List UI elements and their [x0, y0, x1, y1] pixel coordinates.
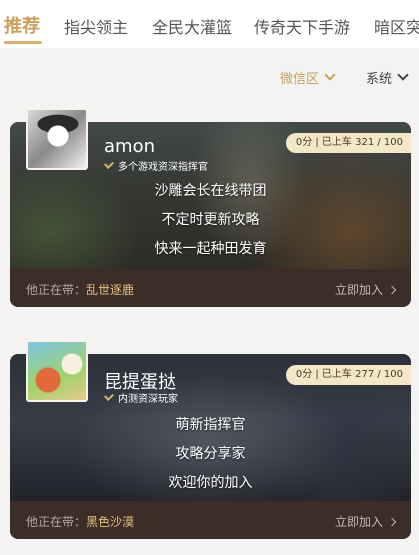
card-desc-line: 攻略分享家 [175, 446, 246, 462]
system-filter[interactable]: 系统 [366, 68, 409, 87]
verified-check-icon [104, 158, 114, 169]
tab-recommend[interactable]: 推荐 [4, 12, 40, 38]
join-button[interactable]: 立即加入 [334, 513, 397, 530]
chevron-right-icon [387, 517, 397, 526]
chevron-down-icon [397, 69, 409, 81]
card-desc-line: 不定时更新攻略 [161, 212, 260, 228]
tab-chuanqi-tianxia[interactable]: 传奇天下手游 [254, 14, 350, 38]
leader-subtitle-text: 内测资深玩家 [118, 394, 178, 405]
zone-filter[interactable]: 微信区 [280, 68, 336, 87]
verified-check-icon [104, 390, 114, 401]
avatar[interactable] [26, 340, 88, 402]
card-status-badge: 0分 | 已上车 277 / 100 [285, 365, 411, 385]
card-desc-line: 快来一起种田发育 [154, 241, 267, 257]
leader-subtitle: 内测资深玩家 [104, 390, 178, 405]
tab-zhijian-lingzhu[interactable]: 指尖领主 [64, 14, 128, 38]
current-game-name: 乱世逐鹿 [86, 283, 135, 297]
card-desc-line: 萌新指挥官 [175, 417, 246, 433]
current-game: 他正在带：乱世逐鹿 [26, 283, 135, 297]
zone-filter-label: 微信区 [280, 72, 320, 87]
chevron-down-icon [324, 69, 336, 81]
chevron-right-icon [387, 285, 397, 294]
avatar[interactable] [26, 108, 88, 170]
card-footer: 他正在带：黑色沙漠 立即加入 [10, 501, 411, 539]
system-filter-label: 系统 [366, 72, 393, 87]
card-desc-line: 欢迎你的加入 [168, 475, 253, 491]
leader-subtitle: 多个游戏资深指挥官 [104, 158, 208, 173]
join-button-label: 立即加入 [334, 515, 383, 529]
filter-bar: 微信区 系统 [0, 48, 419, 100]
current-game: 他正在带：黑色沙漠 [26, 515, 135, 529]
join-button-label: 立即加入 [334, 283, 383, 297]
active-tab-indicator [4, 41, 42, 44]
tab-quanmin-daguanlan[interactable]: 全民大灌篮 [152, 14, 232, 38]
leader-subtitle-text: 多个游戏资深指挥官 [118, 162, 208, 173]
leader-name: amon [104, 136, 155, 157]
top-tab-bar: 推荐 指尖领主 全民大灌篮 传奇天下手游 暗区突 [0, 0, 419, 48]
tab-anqu[interactable]: 暗区突 [374, 14, 419, 38]
card-status-badge: 0分 | 已上车 321 / 100 [285, 133, 411, 153]
current-game-name: 黑色沙漠 [86, 515, 135, 529]
join-button[interactable]: 立即加入 [334, 281, 397, 298]
card-desc-line: 沙雕会长在线带团 [154, 183, 267, 199]
card-footer: 他正在带：乱世逐鹿 立即加入 [10, 269, 411, 307]
